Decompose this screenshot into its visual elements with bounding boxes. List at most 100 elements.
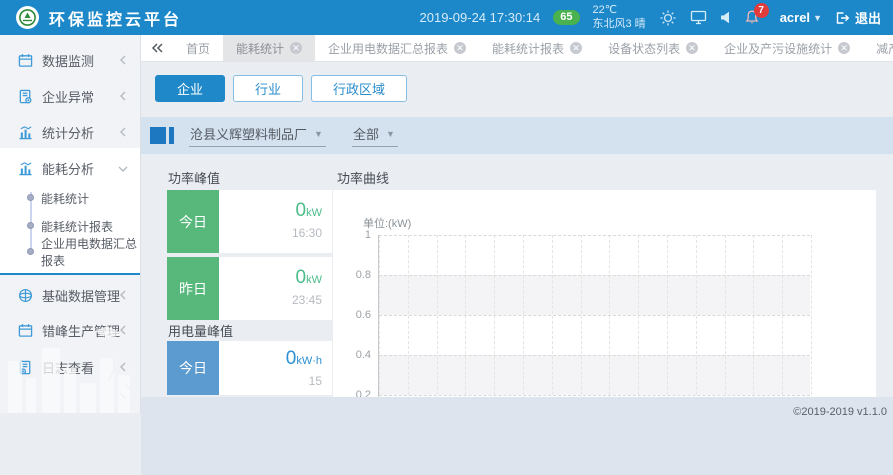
bullet-icon [27,248,34,255]
chart-horizontal-gridline [379,235,810,236]
chart-vertical-gridline [379,235,380,397]
sidebar-item-label: 基础数据管理 [42,286,120,305]
sidebar-subitem-label: 能耗统计 [41,190,89,207]
sidebar-item-label: 数据监测 [42,51,94,70]
bullet-icon [27,194,34,201]
tab-label: 首页 [186,40,210,57]
power-peak-today-card: 今日 0kW 16:30 [167,190,332,253]
notification-count-badge[interactable]: 7 [754,3,769,18]
dimension-filter-group: 企业 行业 行政区域 [155,75,407,102]
chart-vertical-gridline [494,235,495,397]
chart-vertical-gridline [408,235,409,397]
scroll-tabs-left-button[interactable] [141,43,173,53]
card-value: 0kW [219,268,322,290]
logout-button[interactable]: 退出 [835,8,881,27]
y-axis-tick-label: 0.4 [337,349,371,361]
chart-vertical-gridline [782,235,783,397]
footer-clipped-text: ©2019-2019 v1.1.0 [793,406,887,418]
sidebar-subitem-energy-statistics[interactable]: 能耗统计 [0,187,140,209]
chart-vertical-gridline [465,235,466,397]
temperature-label: 22℃ [593,4,618,16]
sidebar-item-label: 统计分析 [42,123,94,142]
tab-label: 企业用电数据汇总报表 [328,40,448,57]
sidebar-subitem-energy-report[interactable]: 能耗统计报表 [0,215,140,237]
chart-vertical-gridline [811,235,812,397]
tab-enterprise-pollution-stats[interactable]: 企业及产污设施统计 ✕ [711,35,863,61]
sidebar: 数据监测 企业异常 统计分析 能耗分析 能耗统计 能 [0,35,141,413]
tab-reduction-analysis[interactable]: 减产减排分析✕ [863,35,893,61]
filter-enterprise-button[interactable]: 企业 [155,75,225,102]
sidebar-item-enterprise-anomaly[interactable]: 企业异常 [0,83,140,109]
chart-vertical-gridline [609,235,610,397]
chart-shade-band [379,275,810,315]
card-value: 0kW·h [219,349,322,371]
power-peak-title: 功率峰值 [168,168,220,187]
tab-enterprise-power-summary[interactable]: 企业用电数据汇总报表 ✕ [315,35,479,61]
report-icon [18,89,33,104]
y-axis-tick-label: 0.6 [337,309,371,321]
sidebar-subitem-enterprise-power-summary[interactable]: 企业用电数据汇总报表 [0,241,140,263]
datetime-display: 2019-09-24 17:30:14 [420,10,541,25]
city-skyline-watermark [0,323,141,413]
power-chart-plot: 10.80.60.40.2 [378,235,810,397]
close-icon[interactable]: ✕ [838,42,850,54]
card-time: 16:30 [219,226,322,240]
footer-strip: ©2019-2019 v1.1.0 [141,397,893,475]
close-icon[interactable]: ✕ [454,42,466,54]
energy-peak-title: 用电量峰值 [168,321,233,340]
notifications-bell-icon[interactable]: 7 [745,10,759,25]
close-icon[interactable]: ✕ [290,42,302,54]
tab-label: 设备状态列表 [608,40,680,57]
tab-energy-report[interactable]: 能耗统计报表✕ [479,35,595,61]
chart-vertical-gridline [552,235,553,397]
user-menu[interactable]: acrel ▼ [780,10,822,25]
card-time: 23:45 [219,293,322,307]
sidebar-item-statistical-analysis[interactable]: 统计分析 [0,119,140,145]
mute-speaker-icon[interactable] [720,11,732,24]
power-curve-title: 功率曲线 [337,168,389,187]
sidebar-item-label: 能耗分析 [42,159,94,178]
chevron-left-icon [119,126,127,138]
logout-label: 退出 [855,8,881,27]
chart-vertical-gridline [638,235,639,397]
chart-horizontal-gridline [379,355,810,356]
power-curve-chart: 单位:(kW) 10.80.60.40.2 [333,190,876,397]
username-label: acrel [780,10,810,25]
blue-square-marker-icon [150,127,166,144]
sidebar-item-basic-data-management[interactable]: 基础数据管理 [0,282,140,308]
chevron-down-icon: ▼ [813,13,822,23]
card-period-label: 昨日 [167,257,219,320]
tab-bar: 首页 能耗统计✕ 企业用电数据汇总报表 ✕ 能耗统计报表✕ 设备状态列表 ✕ 企业及… [141,35,893,62]
power-peak-yesterday-card: 昨日 0kW 23:45 [167,257,332,320]
logout-icon [835,11,850,25]
top-header: 环保监控云平台 2019-09-24 17:30:14 65 22℃ 东北风3 … [0,0,893,35]
tab-home[interactable]: 首页 [173,35,223,61]
chart-vertical-gridline [753,235,754,397]
chevron-left-icon [119,54,127,66]
double-chevron-left-icon [151,43,163,53]
sidebar-subitem-label: 能耗统计报表 [41,218,113,235]
wind-weather-label: 东北风3 晴 [593,18,646,30]
tab-label: 企业及产污设施统计 [724,40,832,57]
filter-region-button[interactable]: 行政区域 [311,75,407,102]
aqi-badge: 65 [553,10,579,25]
monitor-icon[interactable] [690,10,707,25]
company-select[interactable]: 沧县义辉塑料制品厂 ▼ [189,124,326,147]
scope-select[interactable]: 全部 ▼ [352,124,398,147]
sun-weather-icon [659,9,677,27]
blue-bar-marker-icon [169,127,174,144]
app-logo-icon [16,6,39,29]
card-value: 0kW [219,201,322,223]
filter-industry-button[interactable]: 行业 [233,75,303,102]
close-icon[interactable]: ✕ [686,42,698,54]
tab-energy-statistics[interactable]: 能耗统计✕ [223,35,315,61]
card-period-label: 今日 [167,341,219,395]
sidebar-item-energy-analysis[interactable]: 能耗分析 [0,155,140,181]
tab-label: 减产减排分析 [876,40,893,57]
sidebar-item-data-monitoring[interactable]: 数据监测 [0,47,140,73]
tab-device-status-list[interactable]: 设备状态列表 ✕ [595,35,711,61]
close-icon[interactable]: ✕ [570,42,582,54]
globe-icon [18,288,33,303]
y-axis-tick-label: 1 [337,229,371,241]
chevron-down-icon [117,165,129,173]
